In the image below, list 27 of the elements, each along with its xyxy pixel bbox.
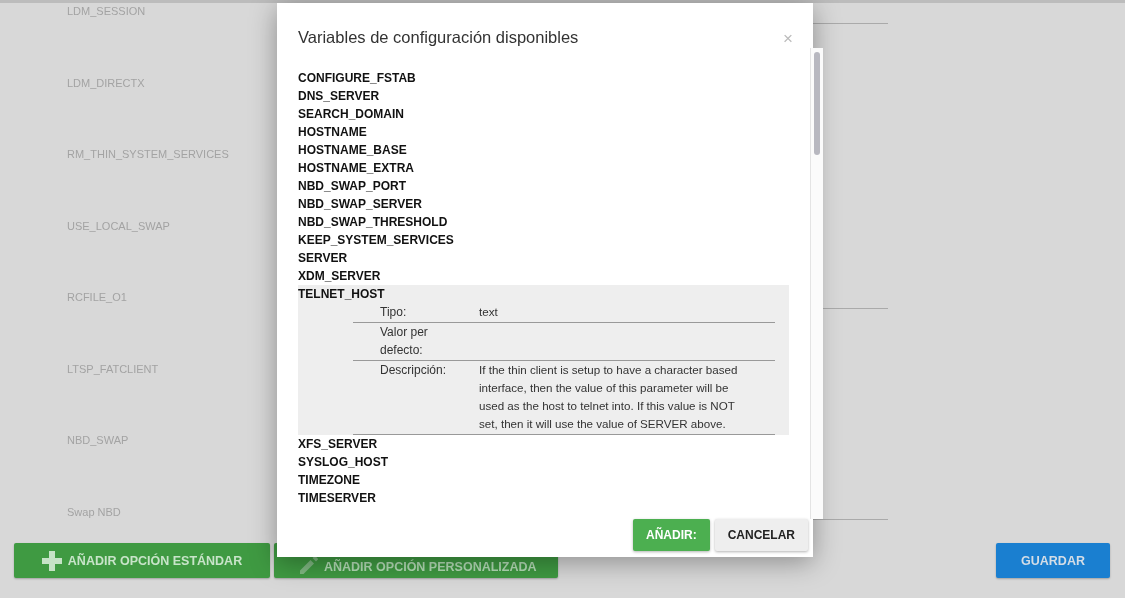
variable-name[interactable]: SEARCH_DOMAIN: [298, 105, 789, 123]
variable-name[interactable]: SYSLOG_HOST: [298, 453, 789, 471]
variable-name[interactable]: TIMEZONE: [298, 471, 789, 489]
pencil-icon: [300, 556, 318, 574]
variable-name[interactable]: TELNET_HOST: [298, 285, 789, 303]
variable-name[interactable]: CONFIGURE_FSTAB: [298, 69, 789, 87]
variable-name[interactable]: NBD_SWAP_SERVER: [298, 195, 789, 213]
variable-name[interactable]: SERVER: [298, 249, 789, 267]
variable-name[interactable]: KEEP_SYSTEM_SERVICES: [298, 231, 789, 249]
dialog-title: Variables de configuración disponibles: [298, 28, 579, 47]
variable-name[interactable]: NBD_SWAP_THRESHOLD: [298, 213, 789, 231]
variable-name[interactable]: TIMESERVER: [298, 489, 789, 507]
detail-label: Descripción:: [380, 362, 448, 379]
variable-name[interactable]: XDM_SERVER: [298, 267, 789, 285]
cancel-button[interactable]: CANCELAR: [714, 519, 808, 551]
variable-name[interactable]: XFS_SERVER: [298, 435, 789, 453]
detail-label: Tipo:: [380, 304, 408, 321]
detail-value: text: [479, 304, 499, 320]
plus-icon: [41, 550, 62, 571]
detail-label: Valor per defecto:: [380, 324, 429, 359]
variable-name[interactable]: NBD_SWAP_PORT: [298, 177, 789, 195]
variable-name[interactable]: HOSTNAME: [298, 123, 789, 141]
variable-name[interactable]: DNS_SERVER: [298, 87, 789, 105]
variable-name[interactable]: HOSTNAME_BASE: [298, 141, 789, 159]
scrollbar[interactable]: [810, 48, 823, 519]
detail-value: If the thin client is setup to have a character based interface, then the value of this parameter will be used as the host to telnet into. If this value is NOT set, then it will use the value of SERVER above.: [479, 362, 739, 432]
variable-name[interactable]: HOSTNAME_EXTRA: [298, 159, 789, 177]
